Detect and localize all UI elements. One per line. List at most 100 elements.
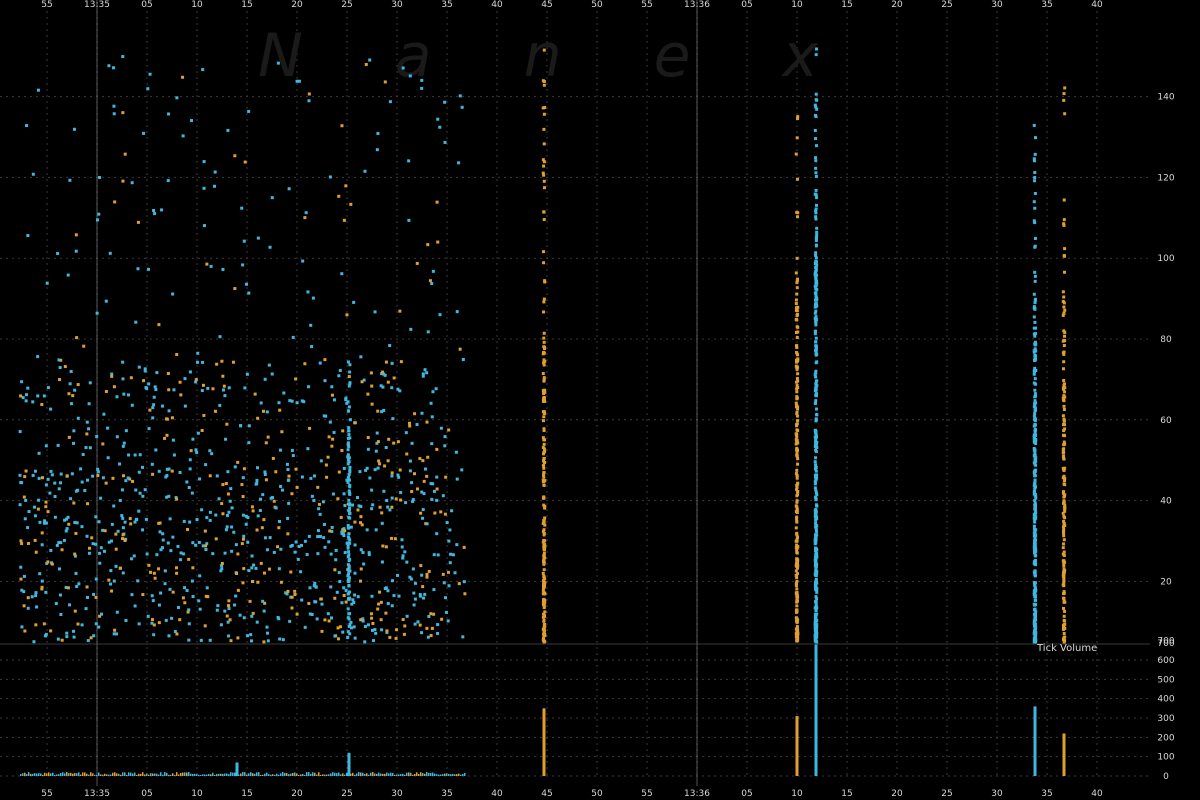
scatter-point xyxy=(1032,200,1036,204)
scatter-point xyxy=(97,212,101,216)
scatter-point xyxy=(236,636,240,640)
scatter-point xyxy=(815,597,819,601)
volume-bar xyxy=(458,773,460,776)
volume-bar xyxy=(194,773,196,776)
scatter-point xyxy=(814,188,818,192)
scatter-point xyxy=(405,560,409,564)
scatter-point xyxy=(126,476,130,480)
volume-bar xyxy=(146,773,148,776)
scatter-point xyxy=(213,409,217,413)
scatter-point xyxy=(794,432,798,436)
scatter-point xyxy=(290,448,294,452)
scatter-point xyxy=(813,606,817,610)
scatter-point xyxy=(420,86,424,90)
scatter-point xyxy=(1063,86,1067,90)
scatter-point xyxy=(153,385,157,389)
scatter-point xyxy=(795,177,799,181)
scatter-point xyxy=(241,495,245,499)
volume-bar xyxy=(42,774,44,776)
scatter-point xyxy=(85,432,89,436)
scatter-point xyxy=(38,572,42,576)
scatter-point xyxy=(59,472,63,476)
scatter-point xyxy=(254,482,258,486)
scatter-point xyxy=(315,617,319,621)
scatter-point xyxy=(215,474,219,478)
scatter-point xyxy=(463,592,467,596)
scatter-point xyxy=(435,532,439,536)
volume-bar xyxy=(116,773,118,776)
scatter-point xyxy=(46,510,50,514)
scatter-point xyxy=(321,500,325,504)
volume-bar xyxy=(448,774,450,776)
scatter-point xyxy=(1033,454,1037,458)
scatter-point xyxy=(794,308,798,312)
scatter-point xyxy=(256,580,260,584)
volume-bar xyxy=(164,772,166,776)
scatter-point xyxy=(94,515,98,519)
scatter-point xyxy=(1032,512,1036,516)
volume-bar xyxy=(178,774,180,776)
scatter-point xyxy=(198,574,202,578)
scatter-point xyxy=(347,624,351,628)
scatter-point xyxy=(795,604,799,608)
scatter-point xyxy=(201,383,205,387)
scatter-point xyxy=(181,552,185,556)
scatter-point xyxy=(208,449,212,453)
y-tick-label: 60 xyxy=(1160,416,1172,426)
scatter-point xyxy=(347,572,351,576)
scatter-point xyxy=(80,525,84,529)
volume-spike xyxy=(1033,706,1037,776)
volume-bar xyxy=(210,774,212,776)
scatter-point xyxy=(242,534,246,538)
scatter-point xyxy=(323,545,327,549)
scatter-point xyxy=(371,503,375,507)
scatter-point xyxy=(293,593,297,597)
volume-bar xyxy=(64,773,66,776)
scatter-point xyxy=(272,550,276,554)
scatter-point xyxy=(795,256,799,260)
scatter-point xyxy=(421,516,425,520)
scatter-point xyxy=(294,467,298,471)
scatter-point xyxy=(421,596,425,600)
scatter-point xyxy=(1032,447,1036,451)
scatter-point xyxy=(542,457,546,461)
scatter-point xyxy=(157,323,161,327)
vol-tick-label: 400 xyxy=(1157,695,1174,705)
scatter-point xyxy=(1034,554,1038,558)
scatter-point xyxy=(795,410,799,414)
scatter-point xyxy=(108,251,112,255)
scatter-point xyxy=(400,545,404,549)
scatter-point xyxy=(1062,344,1066,348)
volume-bar xyxy=(256,772,258,776)
scatter-point xyxy=(120,488,124,492)
volume-bar xyxy=(242,772,244,776)
x-tick-label-top: 13:35 xyxy=(84,0,110,10)
scatter-point xyxy=(435,447,439,451)
scatter-point xyxy=(404,431,408,435)
scatter-point xyxy=(282,391,286,395)
volume-bar xyxy=(408,772,410,776)
scatter-point xyxy=(175,497,179,501)
volume-bar xyxy=(100,774,102,776)
scatter-point xyxy=(269,496,273,500)
scatter-point xyxy=(373,310,377,314)
volume-bar xyxy=(422,773,424,776)
scatter-point xyxy=(307,99,311,103)
scatter-point xyxy=(294,377,298,381)
scatter-point xyxy=(425,420,429,424)
scatter-point xyxy=(221,388,225,392)
scatter-point xyxy=(251,509,255,513)
scatter-point xyxy=(814,244,818,248)
scatter-point xyxy=(50,473,54,477)
scatter-point xyxy=(348,483,352,487)
scatter-point xyxy=(397,594,401,598)
x-tick-label-top: 45 xyxy=(541,0,552,10)
scatter-point xyxy=(416,620,420,624)
scatter-point xyxy=(227,510,231,514)
volume-bar xyxy=(382,773,384,776)
scatter-point xyxy=(391,579,395,583)
scatter-point xyxy=(165,474,169,478)
volume-bar xyxy=(254,773,256,776)
scatter-point xyxy=(542,561,546,565)
volume-bar xyxy=(432,772,434,776)
